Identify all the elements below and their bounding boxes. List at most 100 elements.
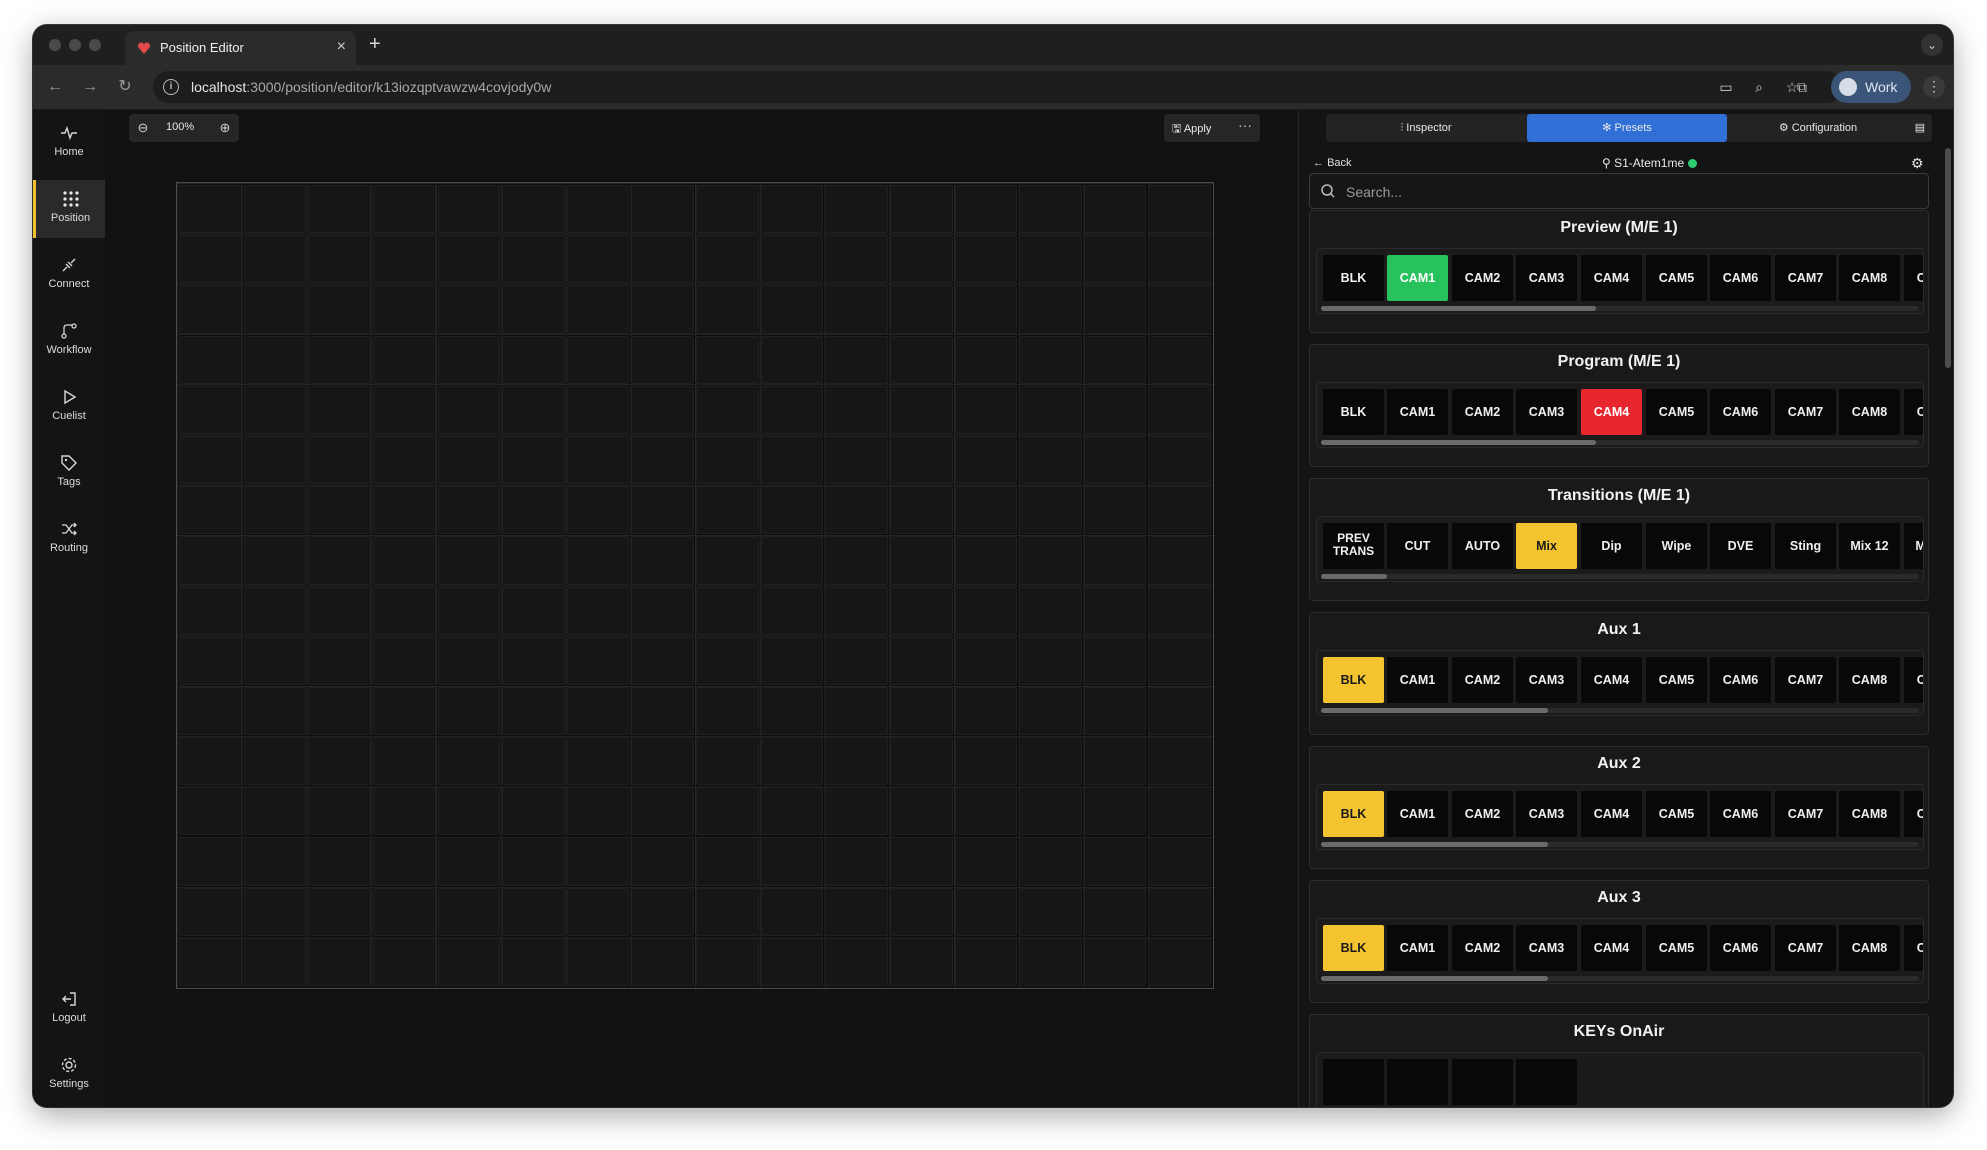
preset-button[interactable]: Mix 15	[1904, 523, 1923, 569]
grid-cell[interactable]	[1148, 737, 1211, 786]
preset-button[interactable]: CAM5	[1646, 657, 1707, 703]
grid-cell[interactable]	[954, 486, 1018, 535]
preset-button[interactable]: CAM7	[1775, 389, 1836, 435]
grid-cell[interactable]	[954, 536, 1018, 585]
grid-cell[interactable]	[308, 335, 371, 384]
grid-cell[interactable]	[308, 686, 371, 736]
preset-button[interactable]: BLK	[1323, 791, 1384, 837]
grid-cell[interactable]	[760, 285, 824, 334]
grid-cell[interactable]	[825, 737, 888, 786]
grid-cell[interactable]	[1019, 686, 1082, 736]
grid-cell[interactable]	[1019, 235, 1082, 284]
preset-button[interactable]: CAM8	[1839, 925, 1900, 971]
grid-cell[interactable]	[566, 435, 630, 485]
grid-cell[interactable]	[825, 185, 888, 234]
preset-button[interactable]: BLK	[1323, 657, 1384, 703]
scrollbar-thumb[interactable]	[1321, 574, 1387, 579]
sidebar-item-tags[interactable]: Tags	[33, 444, 105, 502]
grid-cell[interactable]	[502, 837, 565, 886]
grid-cell[interactable]	[566, 686, 630, 736]
grid-cell[interactable]	[1148, 837, 1211, 886]
preset-button[interactable]: CAM7	[1775, 255, 1836, 301]
sidebar-item-settings[interactable]: Settings	[33, 1046, 105, 1104]
grid-cell[interactable]	[372, 435, 436, 485]
grid-cell[interactable]	[372, 686, 436, 736]
grid-cell[interactable]	[631, 837, 694, 886]
grid-cell[interactable]	[889, 536, 953, 585]
preset-button[interactable]: CAM1	[1387, 657, 1448, 703]
grid-cell[interactable]	[631, 486, 694, 535]
preset-button[interactable]: BLK	[1323, 925, 1384, 971]
preset-button[interactable]: BLK	[1323, 255, 1384, 301]
grid-cell[interactable]	[631, 435, 694, 485]
grid-cell[interactable]	[825, 937, 888, 986]
grid-cell[interactable]	[1019, 435, 1082, 485]
preset-button[interactable]: Wipe	[1646, 523, 1707, 569]
grid-cell[interactable]	[566, 937, 630, 986]
grid-cell[interactable]	[631, 887, 694, 936]
grid-cell[interactable]	[372, 536, 436, 585]
grid-cell[interactable]	[437, 185, 501, 234]
preset-button[interactable]	[1387, 1059, 1448, 1105]
grid-cell[interactable]	[502, 787, 565, 836]
grid-cell[interactable]	[760, 937, 824, 986]
grid-cell[interactable]	[437, 837, 501, 886]
grid-cell[interactable]	[243, 385, 307, 434]
preset-button[interactable]: CAM8	[1839, 657, 1900, 703]
preset-button[interactable]: CUT	[1387, 523, 1448, 569]
preset-button[interactable]: CAM1	[1387, 389, 1448, 435]
grid-cell[interactable]	[566, 335, 630, 384]
grid-cell[interactable]	[1148, 235, 1211, 284]
grid-cell[interactable]	[631, 787, 694, 836]
clipboard-icon[interactable]: ▭	[1717, 78, 1735, 96]
grid-cell[interactable]	[1019, 937, 1082, 986]
grid-cell[interactable]	[631, 385, 694, 434]
grid-cell[interactable]	[1083, 536, 1147, 585]
grid-cell[interactable]	[502, 887, 565, 936]
grid-cell[interactable]	[825, 335, 888, 384]
apply-button[interactable]: 🖫 Apply	[1172, 120, 1211, 139]
preset-button[interactable]: CAM6	[1710, 925, 1771, 971]
grid-cell[interactable]	[954, 385, 1018, 434]
grid-cell[interactable]	[696, 737, 759, 786]
grid-cell[interactable]	[308, 486, 371, 535]
grid-cell[interactable]	[243, 737, 307, 786]
grid-cell[interactable]	[1148, 787, 1211, 836]
grid-cell[interactable]	[566, 737, 630, 786]
grid-cell[interactable]	[1083, 887, 1147, 936]
grid-cell[interactable]	[308, 536, 371, 585]
grid-cell[interactable]	[696, 636, 759, 685]
grid-cell[interactable]	[954, 185, 1018, 234]
preset-button[interactable]: CAM1	[1387, 255, 1448, 301]
grid-cell[interactable]	[1019, 185, 1082, 234]
preset-button[interactable]: CAM9	[1904, 389, 1923, 435]
grid-cell[interactable]	[760, 235, 824, 284]
grid-cell[interactable]	[243, 185, 307, 234]
grid-cell[interactable]	[696, 937, 759, 986]
grid-cell[interactable]	[889, 636, 953, 685]
grid-cell[interactable]	[1019, 385, 1082, 434]
grid-cell[interactable]	[1148, 536, 1211, 585]
grid-cell[interactable]	[243, 837, 307, 886]
preset-button[interactable]: CAM8	[1839, 255, 1900, 301]
grid-cell[interactable]	[696, 335, 759, 384]
grid-cell[interactable]	[889, 787, 953, 836]
grid-cell[interactable]	[566, 787, 630, 836]
grid-cell[interactable]	[566, 887, 630, 936]
grid-cell[interactable]	[566, 235, 630, 284]
grid-cell[interactable]	[1148, 335, 1211, 384]
grid-cell[interactable]	[696, 385, 759, 434]
grid-cell[interactable]	[437, 536, 501, 585]
grid-cell[interactable]	[1019, 335, 1082, 384]
extensions-icon[interactable]: ⧉	[1793, 78, 1811, 96]
preset-button[interactable]: Mix 12	[1839, 523, 1900, 569]
grid-cell[interactable]	[889, 686, 953, 736]
grid-cell[interactable]	[308, 185, 371, 234]
grid-cell[interactable]	[889, 285, 953, 334]
preset-button[interactable]: CAM3	[1516, 389, 1577, 435]
grid-cell[interactable]	[825, 385, 888, 434]
grid-cell[interactable]	[243, 235, 307, 284]
preset-button[interactable]: CAM4	[1581, 657, 1642, 703]
grid-cell[interactable]	[243, 586, 307, 635]
grid-cell[interactable]	[631, 686, 694, 736]
